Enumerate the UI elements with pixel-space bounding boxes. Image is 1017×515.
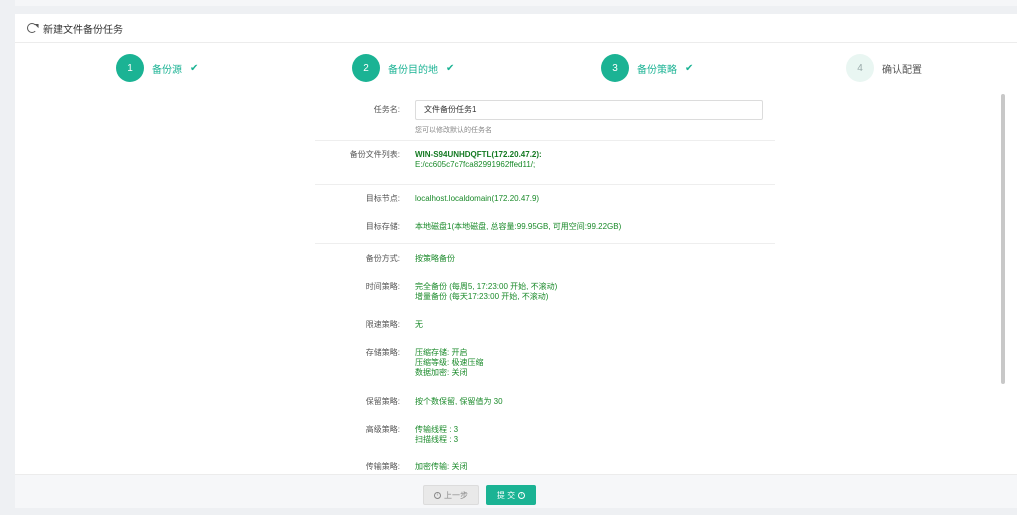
- time-policy-row: 时间策略: 完全备份 (每周5, 17:23:00 开始, 不滚动) 增量备份 …: [315, 282, 775, 302]
- target-storage-row: 目标存储: 本地磁盘1(本地磁盘, 总容量:99.95GB, 可用空间:99.2…: [315, 222, 775, 232]
- target-storage-label: 目标存储:: [365, 222, 400, 231]
- task-name-input[interactable]: 文件备份任务1: [415, 100, 763, 120]
- time-policy-full: 完全备份 (每周5, 17:23:00 开始, 不滚动): [415, 282, 558, 291]
- storage-compress: 压缩存储: 开启: [415, 348, 468, 357]
- step-number: 4: [846, 54, 874, 82]
- storage-policy-row: 存储策略: 压缩存储: 开启 压缩等级: 极速压缩 数据加密: 关闭: [315, 348, 775, 378]
- prev-step-label: 上一步: [444, 490, 468, 500]
- submit-button[interactable]: 提 交 ›: [486, 485, 536, 505]
- storage-encrypt: 数据加密: 关闭: [415, 368, 468, 377]
- target-storage-value: 本地磁盘1(本地磁盘, 总容量:99.95GB, 可用空间:99.22GB): [415, 222, 622, 231]
- retention-policy-row: 保留策略: 按个数保留, 保留值为 30: [315, 397, 775, 407]
- time-policy-incremental: 增量备份 (每天17:23:00 开始, 不滚动): [415, 292, 549, 301]
- speed-policy-label: 限速策略:: [365, 320, 400, 329]
- step-number: 3: [601, 54, 629, 82]
- advanced-policy-label: 高级策略:: [365, 425, 400, 434]
- storage-policy-value: 压缩存储: 开启 压缩等级: 极速压缩 数据加密: 关闭: [415, 348, 483, 378]
- file-list-host: WIN-S94UNHDQFTL(172.20.47.2):: [415, 150, 542, 159]
- advanced-policy-row: 高级策略: 传输线程 : 3 扫描线程 : 3: [315, 425, 775, 445]
- target-node-row: 目标节点: localhost.localdomain(172.20.47.9): [315, 194, 775, 204]
- speed-policy-value: 无: [415, 320, 423, 329]
- main-panel: 新建文件备份任务 1 备份源 ✔ 2 备份目的地 ✔ 3 备份策略 ✔ 4 确认…: [15, 14, 1017, 515]
- transfer-policy-row: 传输策略: 加密传输: 关闭: [315, 462, 775, 472]
- file-list-path: E:/cc605c7c7fca82991962ffed11/;: [415, 160, 536, 169]
- transfer-policy-value: 加密传输: 关闭: [415, 462, 468, 471]
- file-list-label: 备份文件列表:: [349, 150, 400, 159]
- task-name-hint: 您可以修改默认的任务名: [415, 127, 492, 134]
- file-list-value: WIN-S94UNHDQFTL(172.20.47.2): E:/cc605c7…: [415, 150, 542, 170]
- step-label: 备份源: [152, 64, 182, 76]
- circle-left-arrow-icon: ‹: [434, 491, 441, 499]
- step-4[interactable]: 4 确认配置: [846, 54, 930, 82]
- storage-compress-level: 压缩等级: 极速压缩: [415, 358, 484, 367]
- panel-header: 新建文件备份任务: [15, 14, 1017, 43]
- transfer-threads: 传输线程 : 3: [415, 425, 459, 434]
- target-node-value: localhost.localdomain(172.20.47.9): [415, 194, 540, 203]
- submit-label: 提 交: [496, 490, 516, 500]
- speed-policy-row: 限速策略: 无: [315, 320, 775, 330]
- page-title: 新建文件备份任务: [43, 24, 123, 36]
- bottom-strip: [15, 508, 1017, 515]
- step-number: 1: [116, 54, 144, 82]
- step-1[interactable]: 1 备份源 ✔: [116, 54, 198, 82]
- top-strip: [15, 0, 1017, 6]
- advanced-policy-value: 传输线程 : 3 扫描线程 : 3: [415, 425, 458, 445]
- retention-policy-label: 保留策略:: [365, 397, 400, 406]
- step-label: 备份策略: [637, 64, 677, 76]
- step-number: 2: [352, 54, 380, 82]
- check-icon: ✔: [190, 62, 199, 74]
- file-list-row: 备份文件列表: WIN-S94UNHDQFTL(172.20.47.2): E:…: [315, 150, 775, 170]
- divider: [315, 243, 775, 244]
- retention-policy-value: 按个数保留, 保留值为 30: [415, 397, 503, 406]
- step-label: 确认配置: [882, 64, 922, 76]
- check-icon: ✔: [446, 62, 455, 74]
- refresh-icon[interactable]: [27, 23, 37, 33]
- divider: [315, 140, 775, 141]
- transfer-policy-label: 传输策略:: [365, 462, 400, 471]
- circle-right-arrow-icon: ›: [518, 491, 526, 499]
- scan-threads: 扫描线程 : 3: [415, 435, 459, 444]
- target-node-label: 目标节点:: [365, 194, 400, 203]
- time-policy-label: 时间策略:: [365, 282, 400, 291]
- step-2[interactable]: 2 备份目的地 ✔: [352, 54, 454, 82]
- task-name-label: 任务名:: [373, 105, 400, 114]
- stepper: 1 备份源 ✔ 2 备份目的地 ✔ 3 备份策略 ✔ 4 确认配置: [15, 54, 1017, 84]
- check-icon: ✔: [685, 62, 694, 74]
- storage-policy-label: 存储策略:: [365, 348, 400, 357]
- backup-mode-value: 按策略备份: [415, 254, 455, 263]
- time-policy-value: 完全备份 (每周5, 17:23:00 开始, 不滚动) 增量备份 (每天17:…: [415, 282, 557, 302]
- prev-step-button[interactable]: ‹ 上一步: [423, 485, 479, 505]
- backup-mode-label: 备份方式:: [365, 254, 400, 263]
- step-3[interactable]: 3 备份策略 ✔: [601, 54, 693, 82]
- step-label: 备份目的地: [388, 64, 438, 76]
- divider: [315, 184, 775, 185]
- vertical-scrollbar[interactable]: [1001, 94, 1005, 384]
- backup-mode-row: 备份方式: 按策略备份: [315, 254, 775, 264]
